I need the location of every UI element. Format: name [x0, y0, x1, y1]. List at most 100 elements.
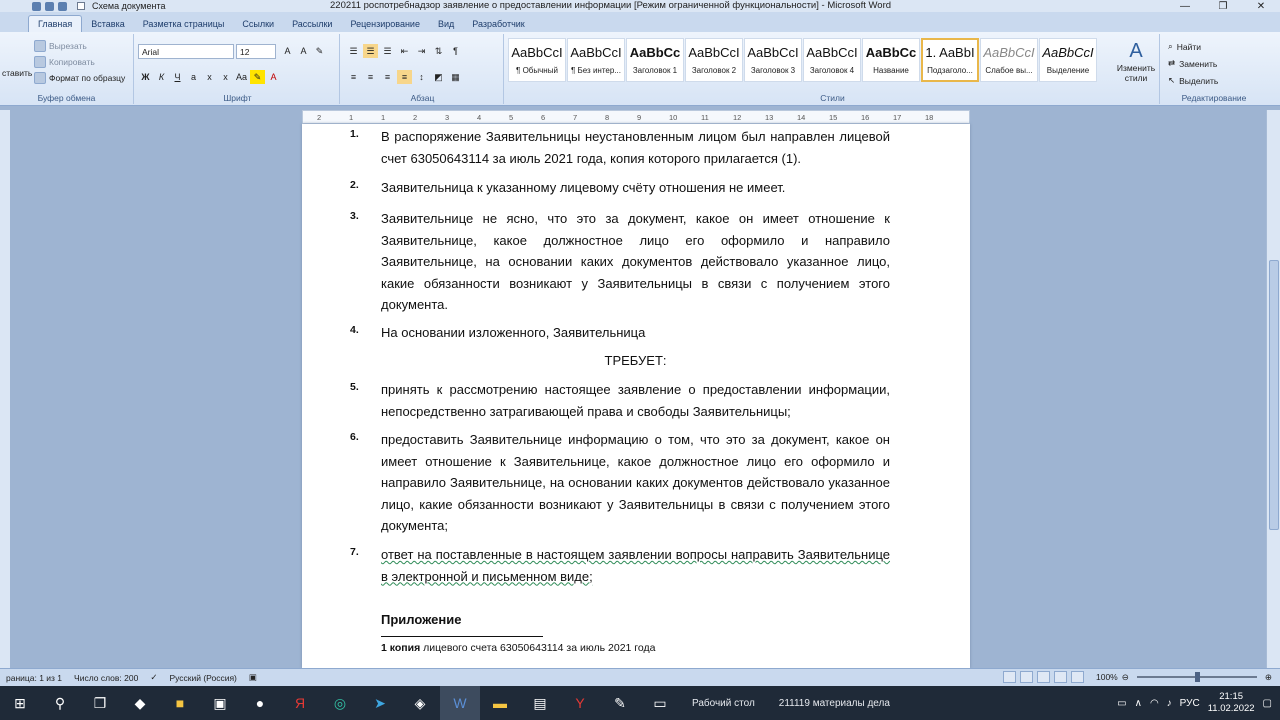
underline-button[interactable]: Ч — [170, 70, 185, 84]
tab-page-layout[interactable]: Разметка страницы — [134, 16, 234, 32]
tab-insert[interactable]: Вставка — [82, 16, 133, 32]
spellcheck-icon[interactable]: ✓ — [144, 672, 163, 683]
font-color-icon[interactable]: A — [266, 70, 281, 84]
folder-toolbar-label[interactable]: 211119 материалы дела — [767, 698, 902, 709]
redo-icon[interactable] — [58, 1, 67, 11]
tab-developer[interactable]: Разработчик — [463, 16, 533, 32]
notifications-icon[interactable]: ▢ — [1263, 698, 1272, 709]
vertical-scrollbar[interactable] — [1266, 110, 1280, 668]
tab-review[interactable]: Рецензирование — [341, 16, 429, 32]
close-button[interactable]: ✕ — [1242, 0, 1280, 12]
paste-button[interactable]: ставить — [2, 68, 32, 78]
style-normal[interactable]: AaBbCcI ¶ Обычный — [508, 38, 566, 82]
superscript-button[interactable]: x — [218, 70, 233, 84]
app-icon[interactable]: ◆ — [120, 686, 160, 720]
maximize-button[interactable]: ❐ — [1204, 0, 1242, 12]
format-painter-button[interactable]: Формат по образцу — [34, 70, 125, 86]
select-button[interactable]: ↖ Выделить — [1168, 72, 1218, 89]
clock[interactable]: 21:15 11.02.2022 — [1208, 691, 1255, 715]
align-center-icon[interactable]: ≡ — [363, 70, 378, 84]
zoom-slider-knob[interactable] — [1194, 672, 1200, 682]
document-page[interactable]: 1. В распоряжение Заявительницы неустано… — [302, 124, 970, 668]
strikethrough-button[interactable]: a — [186, 70, 201, 84]
tab-view[interactable]: Вид — [429, 16, 463, 32]
align-right-icon[interactable]: ≡ — [380, 70, 395, 84]
style-heading-4[interactable]: AaBbCcI Заголовок 4 — [803, 38, 861, 82]
replace-button[interactable]: ⇄ Заменить — [1168, 55, 1218, 72]
tab-references[interactable]: Ссылки — [233, 16, 283, 32]
desktop-toolbar-label[interactable]: Рабочий стол — [680, 698, 767, 709]
search-icon[interactable]: ⚲ — [40, 686, 80, 720]
style-heading-1[interactable]: AaBbCc Заголовок 1 — [626, 38, 684, 82]
save-icon[interactable] — [32, 1, 41, 11]
language-indicator[interactable]: РУС — [1180, 698, 1200, 709]
zoom-slider[interactable] — [1136, 672, 1257, 682]
style-emphasis[interactable]: AaBbCcI Выделение — [1039, 38, 1097, 82]
decrease-indent-icon[interactable]: ⇤ — [397, 44, 412, 58]
games-app-icon[interactable]: ● — [240, 686, 280, 720]
app-icon[interactable]: ▤ — [520, 686, 560, 720]
print-layout-view-button[interactable] — [1003, 671, 1016, 683]
justify-icon[interactable]: ≡ — [397, 70, 412, 84]
style-subtle-emphasis[interactable]: AaBbCcI Слабое вы... — [980, 38, 1038, 82]
style-subtitle[interactable]: 1. AaBbI Подзаголо... — [921, 38, 979, 82]
increase-indent-icon[interactable]: ⇥ — [414, 44, 429, 58]
numbering-icon[interactable]: ☰ — [363, 44, 378, 58]
telegram-icon[interactable]: ➤ — [360, 686, 400, 720]
style-title[interactable]: AaBbCc Название — [862, 38, 920, 82]
font-name-select[interactable]: Arial — [138, 44, 234, 59]
change-case-button[interactable]: Aa — [234, 70, 249, 84]
sort-icon[interactable]: ⇅ — [431, 44, 446, 58]
minimize-button[interactable]: — — [1166, 0, 1204, 12]
grow-font-button[interactable]: A — [280, 44, 295, 58]
word-app-icon[interactable]: W — [440, 686, 480, 720]
shrink-font-button[interactable]: A — [296, 44, 311, 58]
line-spacing-icon[interactable]: ↕ — [414, 70, 429, 84]
yandex-browser-icon[interactable]: Я — [280, 686, 320, 720]
app-icon[interactable]: ◈ — [400, 686, 440, 720]
outline-view-button[interactable] — [1054, 671, 1067, 683]
clear-format-icon[interactable]: ✎ — [312, 44, 327, 58]
tab-mailings[interactable]: Рассылки — [283, 16, 341, 32]
edge-browser-icon[interactable]: ◎ — [320, 686, 360, 720]
tab-home[interactable]: Главная — [28, 15, 83, 32]
style-no-spacing[interactable]: AaBbCcI ¶ Без интер... — [567, 38, 625, 82]
zoom-out-button[interactable]: ⊖ — [1122, 672, 1129, 683]
app-icon[interactable]: ▭ — [640, 686, 680, 720]
style-heading-3[interactable]: AaBbCcI Заголовок 3 — [744, 38, 802, 82]
highlight-icon[interactable]: ✎ — [250, 70, 265, 84]
volume-icon[interactable]: ♪ — [1167, 698, 1172, 709]
language-indicator[interactable]: Русский (Россия) — [163, 673, 242, 683]
scrollbar-thumb[interactable] — [1269, 260, 1279, 530]
bold-button[interactable]: Ж — [138, 70, 153, 84]
task-view-icon[interactable]: ❐ — [80, 686, 120, 720]
horizontal-ruler[interactable]: 2 1 1 2 3 4 5 6 7 8 9 10 11 12 13 14 15 16 17 18 — [302, 110, 970, 124]
macro-record-icon[interactable]: ▣ — [243, 672, 263, 683]
align-left-icon[interactable]: ≡ — [346, 70, 361, 84]
change-styles-button[interactable]: A Изменить стили — [1114, 40, 1158, 83]
undo-icon[interactable] — [45, 1, 54, 11]
page-indicator[interactable]: раница: 1 из 1 — [0, 673, 68, 683]
full-screen-view-button[interactable] — [1020, 671, 1033, 683]
find-button[interactable]: ⌕ Найти — [1168, 38, 1218, 55]
window-icon[interactable]: ▭ — [1117, 698, 1126, 709]
web-layout-view-button[interactable] — [1037, 671, 1050, 683]
style-heading-2[interactable]: AaBbCcI Заголовок 2 — [685, 38, 743, 82]
chevron-up-icon[interactable]: ∧ — [1135, 698, 1142, 709]
copy-button[interactable]: Копировать — [34, 54, 125, 70]
shading-icon[interactable]: ◩ — [431, 70, 446, 84]
borders-icon[interactable]: ▦ — [448, 70, 463, 84]
zoom-in-button[interactable]: ⊕ — [1265, 672, 1272, 683]
font-size-select[interactable]: 12 — [236, 44, 276, 59]
cut-button[interactable]: Вырезать — [34, 38, 125, 54]
draft-view-button[interactable] — [1071, 671, 1084, 683]
multilevel-list-icon[interactable]: ☰ — [380, 44, 395, 58]
document-map-checkbox[interactable] — [77, 2, 85, 10]
paint-app-icon[interactable]: ✎ — [600, 686, 640, 720]
word-count[interactable]: Число слов: 200 — [68, 673, 144, 683]
italic-button[interactable]: К — [154, 70, 169, 84]
zoom-level[interactable]: 100% — [1096, 672, 1118, 682]
file-explorer-icon[interactable]: ▬ — [480, 686, 520, 720]
notes-app-icon[interactable]: ■ — [160, 686, 200, 720]
windows-start-icon[interactable]: ⊞ — [0, 686, 40, 720]
